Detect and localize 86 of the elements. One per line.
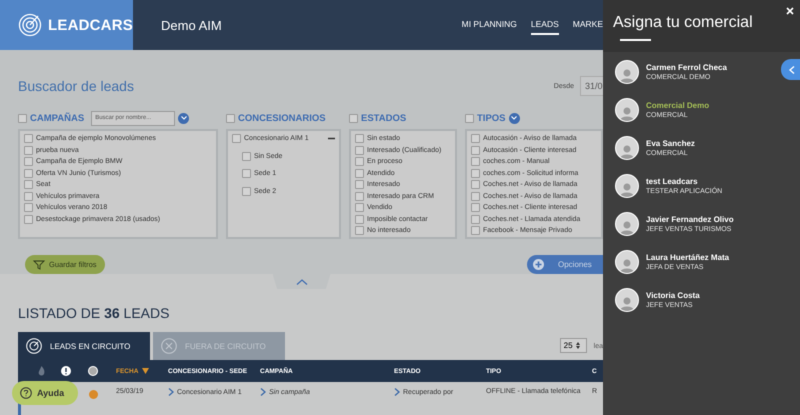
chevron-right-icon xyxy=(260,388,266,396)
logo-text: LEADCARS xyxy=(48,16,133,34)
checkbox[interactable] xyxy=(355,180,364,189)
person-name: Laura Huertáñez Mata xyxy=(646,253,730,262)
checkbox[interactable] xyxy=(24,168,33,178)
checkbox[interactable] xyxy=(355,192,364,200)
nav-link[interactable]: MARKE xyxy=(572,15,603,35)
checkbox[interactable] xyxy=(471,146,480,154)
checkbox[interactable] xyxy=(355,157,364,166)
avatar xyxy=(615,136,639,160)
target-icon xyxy=(26,338,42,354)
avatar xyxy=(615,288,639,312)
title-underline xyxy=(620,39,651,41)
plus-icon xyxy=(533,259,544,270)
filter-title: CAMPAÑAS xyxy=(30,112,84,124)
chevron-up-icon xyxy=(296,278,308,284)
help-button[interactable]: Ayuda xyxy=(12,381,78,405)
nav-link[interactable]: MI PLANNING xyxy=(462,15,517,35)
checkbox[interactable] xyxy=(355,168,364,178)
checkbox[interactable] xyxy=(232,134,241,143)
checkbox[interactable] xyxy=(226,114,235,122)
checkbox[interactable] xyxy=(471,168,480,178)
checkbox[interactable] xyxy=(471,134,480,143)
section-title: Buscador de leads xyxy=(18,78,134,94)
spinner-arrows-icon xyxy=(576,342,580,349)
checkbox[interactable] xyxy=(355,146,364,154)
date-field[interactable]: 31/0 xyxy=(580,76,603,96)
checkbox[interactable] xyxy=(242,186,251,196)
checkbox[interactable] xyxy=(355,226,364,235)
person-name: Comercial Demo xyxy=(646,101,710,110)
chevron-right-icon xyxy=(394,388,400,396)
nav-link[interactable]: LEADS xyxy=(530,15,559,35)
avatar xyxy=(615,212,639,236)
checkbox[interactable] xyxy=(242,152,251,160)
avatar xyxy=(615,174,639,198)
checkbox[interactable] xyxy=(24,180,33,189)
checkbox[interactable] xyxy=(465,114,474,122)
person-name: Javier Fernandez Olivo xyxy=(646,215,734,224)
minus-icon[interactable] xyxy=(328,135,335,142)
side-tab[interactable] xyxy=(781,59,800,80)
checkbox[interactable] xyxy=(24,134,33,143)
checkbox[interactable] xyxy=(24,146,33,154)
chevron-left-icon xyxy=(789,66,795,74)
checkbox[interactable] xyxy=(24,214,33,224)
target-icon xyxy=(18,13,42,37)
page-size-select[interactable]: 25 xyxy=(560,338,587,353)
checkbox[interactable] xyxy=(471,157,480,166)
checkbox[interactable] xyxy=(24,203,33,212)
checkbox[interactable] xyxy=(24,157,33,166)
checkbox[interactable] xyxy=(471,226,480,235)
checkbox[interactable] xyxy=(242,169,251,178)
checkbox[interactable] xyxy=(24,192,33,200)
checkbox[interactable] xyxy=(355,203,364,212)
dropdown-icon[interactable] xyxy=(178,112,190,124)
person-name: Eva Sanchez xyxy=(646,139,695,148)
account-name: Demo AIM xyxy=(161,18,222,32)
checkbox[interactable] xyxy=(471,180,480,189)
avatar xyxy=(615,250,639,274)
sort-down-icon xyxy=(142,368,150,374)
funnel-icon xyxy=(33,260,45,270)
checkbox[interactable] xyxy=(355,134,364,143)
person-name: Carmen Ferrol Checa xyxy=(646,63,727,72)
avatar xyxy=(615,60,639,84)
filter-title: CONCESIONARIOS xyxy=(238,112,326,124)
collapse-tab[interactable] xyxy=(272,274,330,289)
question-icon xyxy=(20,387,32,399)
alert-icon xyxy=(61,366,71,376)
tab[interactable]: LEADS EN CIRCUITO xyxy=(18,332,150,360)
person-name: Victoria Costa xyxy=(646,291,700,300)
cross-circle-icon xyxy=(161,338,177,354)
status-circle-icon xyxy=(88,366,98,376)
checkbox[interactable] xyxy=(471,214,480,224)
checkbox[interactable] xyxy=(471,192,480,200)
checkbox[interactable] xyxy=(355,214,364,224)
listing-title: LISTADO DE 36 LEADS xyxy=(18,305,170,321)
checkbox[interactable] xyxy=(471,203,480,212)
filter-title: TIPOS xyxy=(477,112,506,124)
checkbox[interactable] xyxy=(349,114,358,122)
drawer-title: Asigna tu comercial xyxy=(613,14,754,32)
chevron-right-icon xyxy=(168,388,174,396)
dropdown-icon[interactable] xyxy=(508,112,520,124)
avatar xyxy=(615,98,639,122)
checkbox[interactable] xyxy=(18,114,27,122)
person-name: test Leadcars xyxy=(646,177,699,186)
filter-title: ESTADOS xyxy=(361,112,406,124)
close-icon xyxy=(786,7,794,15)
